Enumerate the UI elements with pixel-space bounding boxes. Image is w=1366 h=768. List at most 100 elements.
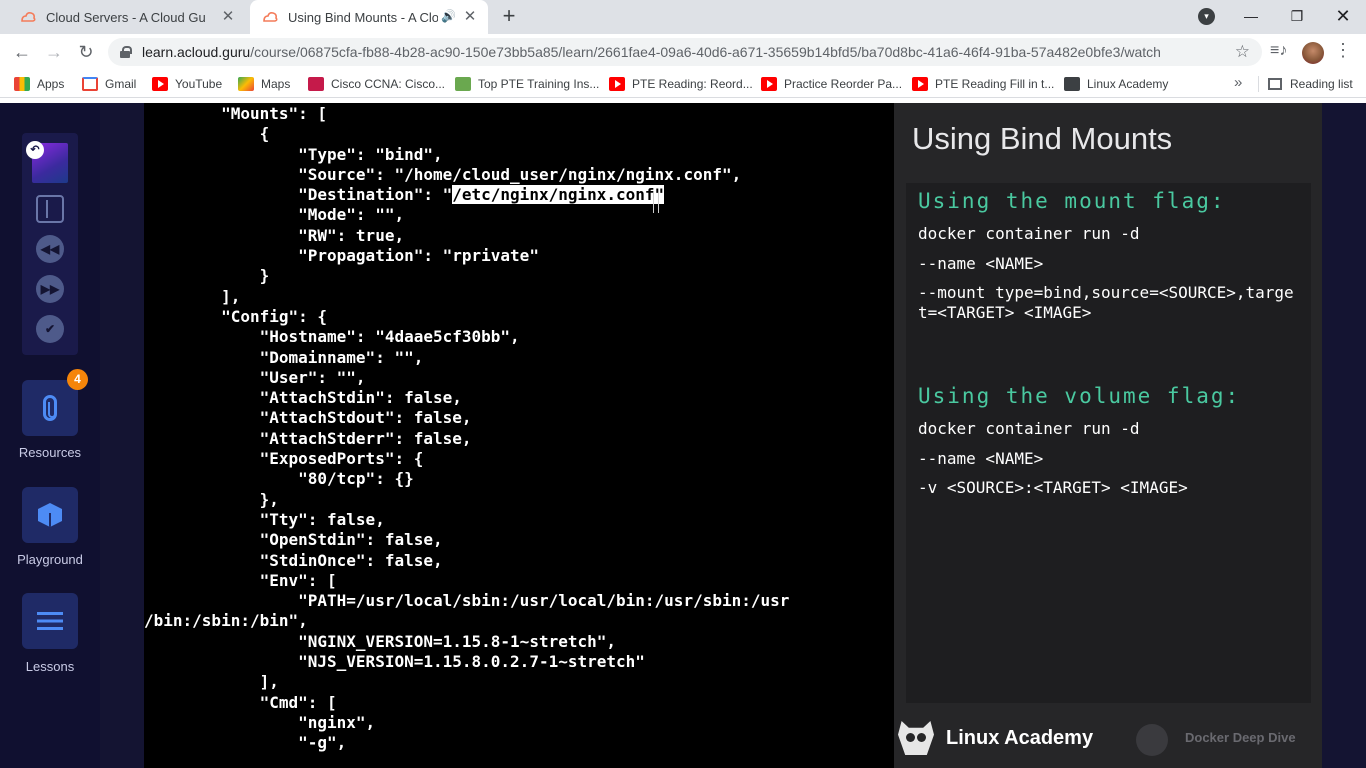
terminal-line: "ExposedPorts": {	[144, 449, 424, 469]
volume-command-line: -v <SOURCE>:<TARGET> <IMAGE>	[918, 478, 1188, 497]
terminal-line: "Propagation": "rprivate"	[144, 246, 539, 266]
back-button[interactable]: ←	[10, 40, 34, 64]
lessons-label: Lessons	[25, 659, 75, 674]
close-tab-icon[interactable]: ✕	[220, 9, 236, 25]
owl-icon	[898, 721, 934, 755]
terminal-line: "NJS_VERSION=1.15.8.0.2.7-1~stretch"	[144, 652, 645, 672]
youtube-icon	[761, 77, 777, 91]
text-cursor-icon	[653, 193, 659, 213]
close-tab-icon[interactable]: ✕	[462, 9, 478, 25]
forward-button[interactable]: →	[42, 40, 66, 64]
terminal-line: /bin:/sbin:/bin",	[144, 611, 308, 631]
pte-icon	[455, 77, 471, 91]
reload-button[interactable]: ↻	[74, 40, 98, 64]
back-arrow-icon[interactable]: ↶	[26, 141, 44, 159]
bookmark-practice-reorder[interactable]: Practice Reorder Pa...	[761, 75, 902, 93]
mount-command-line: docker container run -d	[918, 224, 1140, 243]
divider	[1258, 76, 1259, 92]
maximize-button[interactable]: ❐	[1284, 4, 1310, 28]
acloudguru-icon	[263, 12, 278, 22]
terminal-line: "Destination": "	[144, 185, 453, 205]
apps-icon	[14, 77, 30, 91]
resources-button[interactable]	[22, 380, 78, 436]
terminal-line: "Source": "/home/cloud_user/nginx/nginx.…	[144, 164, 742, 184]
terminal-line: "Mode": "",	[144, 205, 405, 225]
bookmarks-bar: Apps Gmail YouTube Maps Cisco CCNA: Cisc…	[0, 70, 1366, 98]
bookmark-label: Practice Reorder Pa...	[784, 77, 903, 91]
profile-avatar[interactable]	[1302, 42, 1324, 64]
playground-label: Playground	[17, 552, 83, 567]
tab-strip: Cloud Servers - A Cloud Guru ✕ Using Bin…	[0, 0, 1366, 34]
lessons-button[interactable]	[22, 593, 78, 649]
reading-list-icon	[1268, 78, 1282, 90]
bookmark-maps[interactable]: Maps	[238, 75, 290, 93]
brand-name: Linux Academy	[946, 726, 1094, 749]
tab-using-bind-mounts[interactable]: Using Bind Mounts - A Cloud Guru 🔊 ✕	[250, 0, 488, 34]
bookmark-pte-training[interactable]: Top PTE Training Ins...	[455, 75, 599, 93]
terminal-line: "Domainname": "",	[144, 347, 424, 367]
terminal-line: }	[144, 266, 270, 286]
url-path: /course/06875cfa-fb88-4b28-ac90-150e73bb…	[250, 44, 1161, 60]
terminal-line: "Config": {	[144, 306, 328, 326]
fast-forward-icon[interactable]: ▶▶	[36, 275, 64, 303]
menu-icon[interactable]: ⋮	[1334, 40, 1352, 61]
paperclip-icon	[43, 395, 57, 421]
cisco-icon	[308, 77, 324, 91]
terminal-line: "-g",	[144, 733, 347, 753]
bookmark-cisco[interactable]: Cisco CCNA: Cisco...	[308, 75, 445, 93]
address-bar[interactable]: learn.acloud.guru/course/06875cfa-fb88-4…	[108, 38, 1262, 66]
bookmark-youtube[interactable]: YouTube	[152, 75, 222, 93]
terminal-line: "nginx",	[144, 712, 376, 732]
left-sidebar: ↶ ◀◀ ▶▶ ✔ 4 Resources Playground Lessons	[0, 103, 100, 768]
bookmark-pte-fill[interactable]: PTE Reading Fill in t...	[912, 75, 1054, 93]
terminal-line: },	[144, 489, 279, 509]
volume-command-line: --name <NAME>	[918, 449, 1044, 468]
terminal-line: "User": "",	[144, 367, 366, 387]
close-window-button[interactable]: ✕	[1330, 4, 1356, 28]
acloudguru-icon	[21, 12, 36, 22]
playground-button[interactable]	[22, 487, 78, 543]
selected-text: /etc/nginx/nginx.conf	[452, 185, 655, 205]
bookmark-label: YouTube	[175, 77, 223, 91]
slide-code-box: Using the mount flag: docker container r…	[906, 183, 1311, 703]
resources-label: Resources	[18, 445, 82, 460]
lock-icon[interactable]	[120, 46, 132, 58]
terminal-line: "AttachStdin": false,	[144, 388, 462, 408]
bookmark-label: Cisco CCNA: Cisco...	[331, 77, 446, 91]
mount-command-line: --name <NAME>	[918, 254, 1044, 273]
terminal-line: "80/tcp": {}	[144, 469, 414, 489]
terminal-line: "Env": [	[144, 570, 337, 590]
media-control-icon[interactable]: ≡♪	[1270, 42, 1287, 60]
terminal-line: "Mounts": [	[144, 104, 328, 123]
bookmark-pte-reading[interactable]: PTE Reading: Reord...	[609, 75, 753, 93]
terminal-line: "Type": "bind",	[144, 144, 443, 164]
bookmark-gmail[interactable]: Gmail	[82, 75, 136, 93]
terminal-line: "OpenStdin": false,	[144, 530, 443, 550]
tab-cloud-servers[interactable]: Cloud Servers - A Cloud Guru ✕	[8, 0, 246, 34]
minimize-button[interactable]: —	[1238, 4, 1264, 28]
maps-icon	[238, 77, 254, 91]
tab-search-icon[interactable]: ▾	[1198, 8, 1215, 25]
bookmark-label: Gmail	[105, 77, 137, 91]
bookmark-label: PTE Reading: Reord...	[632, 77, 753, 91]
bookmark-label: Apps	[37, 77, 65, 91]
terminal-line: "NGINX_VERSION=1.15.8-1~stretch",	[144, 631, 617, 651]
bookmark-linux-academy[interactable]: Linux Academy	[1064, 75, 1168, 93]
mark-complete-icon[interactable]: ✔	[36, 315, 64, 343]
bookmark-star-icon[interactable]: ☆	[1235, 38, 1250, 66]
new-tab-button[interactable]: +	[497, 5, 521, 29]
slide-title: Using Bind Mounts	[912, 121, 1173, 156]
audio-playing-icon[interactable]: 🔊	[441, 9, 456, 23]
terminal-line: "Cmd": [	[144, 692, 337, 712]
course-name: Docker Deep Dive	[1185, 730, 1296, 745]
rewind-icon[interactable]: ◀◀	[36, 235, 64, 263]
reading-list-button[interactable]: Reading list	[1268, 75, 1353, 93]
sidebar-toggle-icon[interactable]	[36, 195, 64, 223]
terminal-output[interactable]: "Mounts": [ { "Type": "bind", "Source": …	[144, 103, 894, 768]
terminal-line: "Tty": false,	[144, 509, 385, 529]
terminal-line: ],	[144, 286, 241, 306]
terminal-line: "RW": true,	[144, 225, 405, 245]
more-bookmarks-icon[interactable]: »	[1234, 74, 1242, 91]
bookmark-apps[interactable]: Apps	[14, 75, 64, 93]
course-page: ↶ ◀◀ ▶▶ ✔ 4 Resources Playground Lessons…	[0, 103, 1366, 768]
